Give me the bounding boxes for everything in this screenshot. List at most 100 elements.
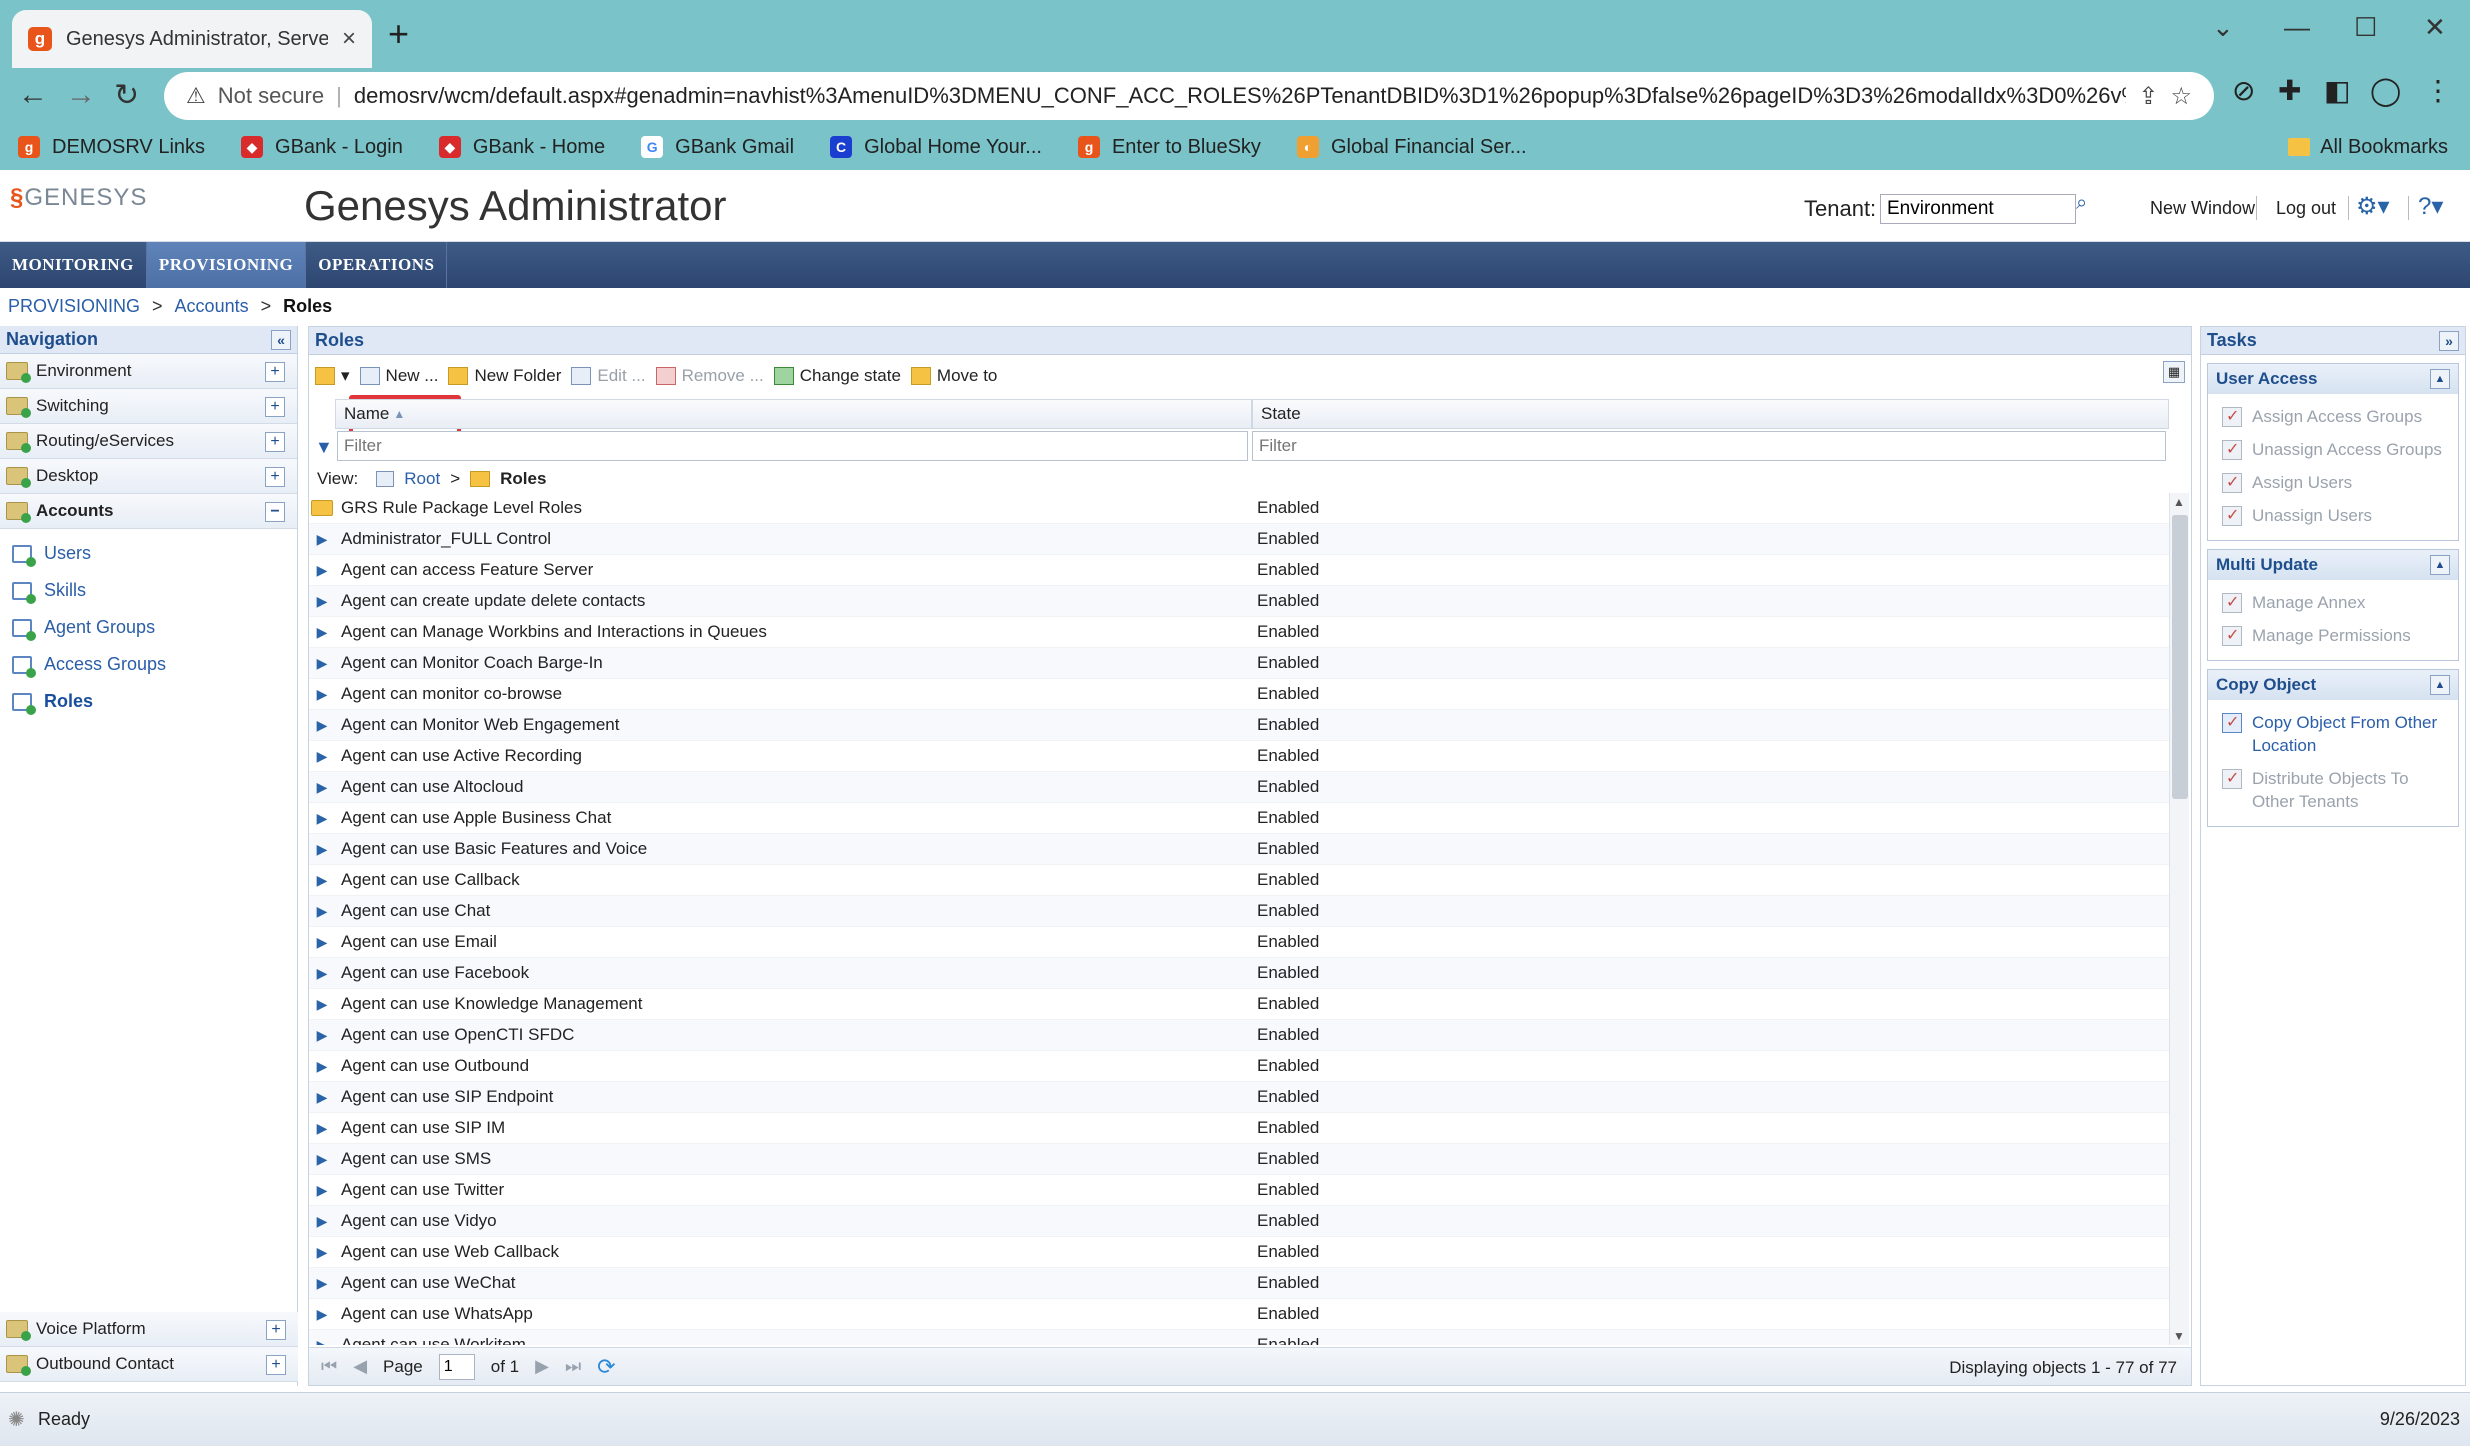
expand-row-icon[interactable]: ▶ <box>309 1151 335 1168</box>
bookmark-star-icon[interactable]: ☆ <box>2170 82 2192 111</box>
table-row[interactable]: ▶ Agent can Manage Workbins and Interacti… <box>309 617 2169 648</box>
task-item[interactable]: Distribute Objects To Other Tenants <box>2222 762 2448 818</box>
logout-link[interactable]: Log out <box>2276 198 2336 219</box>
expand-row-icon[interactable]: ▶ <box>309 934 335 951</box>
table-row[interactable]: ▶ Agent can access Feature Server Enabled <box>309 555 2169 586</box>
back-icon[interactable]: ← <box>18 78 48 112</box>
help-icon[interactable]: ?▾ <box>2418 192 2443 221</box>
sidebar-item-skills[interactable]: Skills <box>0 572 297 609</box>
table-row[interactable]: ▶ Agent can use Outbound Enabled <box>309 1051 2169 1082</box>
collapse-up-icon[interactable]: ▲ <box>2430 555 2450 575</box>
table-row[interactable]: ▶ Agent can use Vidyo Enabled <box>309 1206 2169 1237</box>
expand-row-icon[interactable]: ▶ <box>309 1306 335 1323</box>
bookmark-item[interactable]: ◆ GBank - Login <box>241 136 403 159</box>
new-window-link[interactable]: New Window <box>2150 198 2255 219</box>
task-item[interactable]: Manage Permissions <box>2222 619 2448 652</box>
next-page-icon[interactable]: ▶ <box>535 1356 549 1377</box>
table-row[interactable]: ▶ Agent can use Twitter Enabled <box>309 1175 2169 1206</box>
side-panel-icon[interactable]: ◧ <box>2324 74 2350 107</box>
expand-row-icon[interactable]: ▶ <box>309 872 335 889</box>
collapse-left-icon[interactable]: « <box>271 329 291 350</box>
bookmark-item[interactable]: G GBank Gmail <box>641 136 794 159</box>
extension-shield-icon[interactable]: ⊘ <box>2232 74 2255 107</box>
bookmark-item[interactable]: C Global Home Your... <box>830 136 1042 159</box>
column-header-name[interactable]: Name ▲ <box>335 399 1252 429</box>
first-page-icon[interactable]: ⏮ <box>321 1356 337 1377</box>
expand-row-icon[interactable]: ▶ <box>309 1182 335 1199</box>
table-row[interactable]: ▶ Agent can create update delete contacts… <box>309 586 2169 617</box>
expand-row-icon[interactable]: ▶ <box>309 1337 335 1346</box>
table-row[interactable]: ▶ Agent can Monitor Web Engagement Enabled <box>309 710 2169 741</box>
move-to-button[interactable]: Move to <box>910 366 997 386</box>
table-row[interactable]: ▶ Agent can use Email Enabled <box>309 927 2169 958</box>
expand-row-icon[interactable]: ▶ <box>309 1275 335 1292</box>
expand-row-icon[interactable]: ▶ <box>309 562 335 579</box>
tab-provisioning[interactable]: PROVISIONING <box>146 242 307 288</box>
nav-category-voice-platform[interactable]: Voice Platform + <box>0 1312 298 1347</box>
table-row[interactable]: ▶ Agent can use Callback Enabled <box>309 865 2169 896</box>
task-item[interactable]: Unassign Users <box>2222 499 2448 532</box>
bookmark-item[interactable]: ◐ Global Financial Ser... <box>1296 136 1527 159</box>
browser-menu-icon[interactable]: ⋮ <box>2424 74 2452 107</box>
new-folder-button[interactable]: New Folder <box>448 366 561 386</box>
expand-row-icon[interactable]: ▶ <box>309 593 335 610</box>
expand-plus-icon[interactable]: + <box>265 362 285 382</box>
table-row[interactable]: ▶ Agent can use SIP IM Enabled <box>309 1113 2169 1144</box>
table-row[interactable]: ▶ Agent can monitor co-browse Enabled <box>309 679 2169 710</box>
scroll-up-icon[interactable]: ▲ <box>2173 495 2185 509</box>
task-section-header[interactable]: User Access ▲ <box>2208 364 2458 394</box>
settings-gear-icon[interactable]: ⚙▾ <box>2356 192 2390 221</box>
sidebar-item-roles[interactable]: Roles <box>0 683 297 720</box>
forward-icon[interactable]: → <box>66 78 96 112</box>
nav-category-desktop[interactable]: Desktop + <box>0 459 297 494</box>
expand-plus-icon[interactable]: + <box>265 432 285 452</box>
expand-row-icon[interactable]: ▶ <box>309 748 335 765</box>
nav-category-switching[interactable]: Switching + <box>0 389 297 424</box>
collapse-right-icon[interactable]: » <box>2439 330 2459 351</box>
tenant-search-icon[interactable]: ⌕ <box>2076 192 2104 222</box>
nav-category-routing-eservices[interactable]: Routing/eServices + <box>0 424 297 459</box>
expand-row-icon[interactable]: ▶ <box>309 903 335 920</box>
expand-row-icon[interactable]: ▶ <box>309 717 335 734</box>
browser-tab[interactable]: g Genesys Administrator, Server: lo × <box>12 10 372 68</box>
column-header-state[interactable]: State <box>1252 399 2169 429</box>
expand-row-icon[interactable]: ▶ <box>309 624 335 641</box>
table-row[interactable]: ▶ Agent can use Workitem Enabled <box>309 1330 2169 1345</box>
expand-row-icon[interactable]: ▶ <box>309 779 335 796</box>
table-row[interactable]: ▶ Agent can use WhatsApp Enabled <box>309 1299 2169 1330</box>
expand-row-icon[interactable]: ▶ <box>309 1027 335 1044</box>
breadcrumb-accounts[interactable]: Accounts <box>175 296 249 317</box>
refresh-icon[interactable]: ⟳ <box>597 1354 615 1380</box>
task-item[interactable]: Assign Access Groups <box>2222 400 2448 433</box>
nav-category-accounts[interactable]: Accounts − <box>0 494 297 529</box>
minimize-icon[interactable]: — <box>2284 12 2310 43</box>
profile-avatar-icon[interactable]: ◯ <box>2370 74 2401 107</box>
table-row[interactable]: ▶ Agent can use WeChat Enabled <box>309 1268 2169 1299</box>
scrollbar-thumb[interactable] <box>2172 515 2188 799</box>
table-row[interactable]: ▶ Agent can use Facebook Enabled <box>309 958 2169 989</box>
up-folder-button[interactable]: ▾ <box>315 366 350 386</box>
scroll-down-icon[interactable]: ▼ <box>2173 1329 2185 1343</box>
table-row[interactable]: ▶ Agent can use Altocloud Enabled <box>309 772 2169 803</box>
table-row[interactable]: ▶ Agent can use Basic Features and Voice E… <box>309 834 2169 865</box>
expand-row-icon[interactable]: ▶ <box>309 1089 335 1106</box>
roles-scrollbar[interactable]: ▲ ▼ <box>2169 493 2189 1345</box>
tenant-input[interactable] <box>1880 194 2076 224</box>
task-item[interactable]: Unassign Access Groups <box>2222 433 2448 466</box>
tab-monitoring[interactable]: MONITORING <box>0 242 147 288</box>
nav-category-environment[interactable]: Environment + <box>0 354 297 389</box>
expand-plus-icon[interactable]: + <box>266 1355 286 1375</box>
expand-row-icon[interactable]: ▶ <box>309 655 335 672</box>
last-page-icon[interactable]: ⏭ <box>565 1356 581 1377</box>
expand-row-icon[interactable]: ▶ <box>309 1213 335 1230</box>
breadcrumb-provisioning[interactable]: PROVISIONING <box>8 296 140 317</box>
table-row[interactable]: ▶ Agent can use OpenCTI SFDC Enabled <box>309 1020 2169 1051</box>
all-bookmarks[interactable]: All Bookmarks <box>2288 124 2448 170</box>
collapse-up-icon[interactable]: ▲ <box>2430 369 2450 389</box>
table-row[interactable]: ▶ Agent can use Chat Enabled <box>309 896 2169 927</box>
sidebar-item-agent-groups[interactable]: Agent Groups <box>0 609 297 646</box>
table-row[interactable]: ▶ Agent can use Knowledge Management Enabl… <box>309 989 2169 1020</box>
share-icon[interactable]: ⇪ <box>2138 82 2158 111</box>
collapse-up-icon[interactable]: ▲ <box>2430 675 2450 695</box>
extensions-puzzle-icon[interactable]: ✚ <box>2278 74 2301 107</box>
